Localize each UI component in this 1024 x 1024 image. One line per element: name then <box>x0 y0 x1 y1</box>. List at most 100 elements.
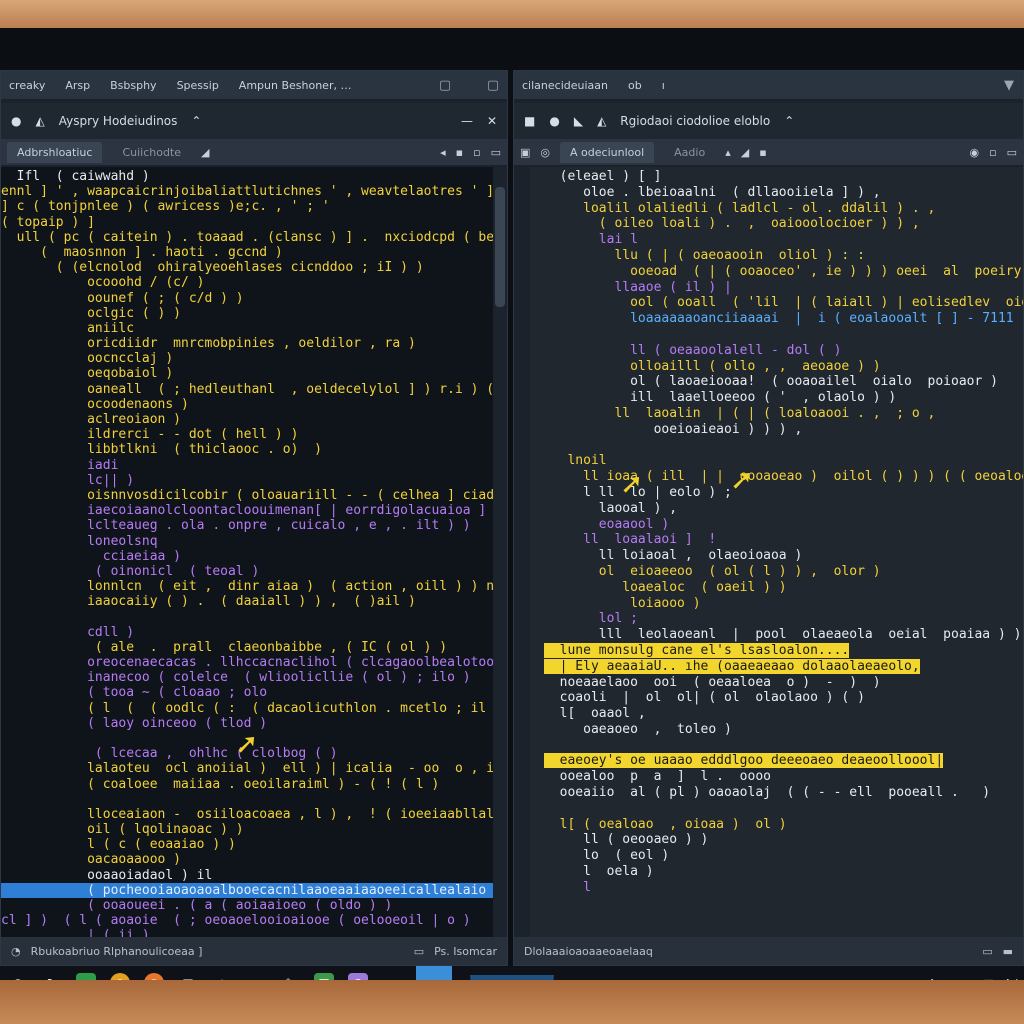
code-line: lloceaiaon - osiiloacoaea , l ) , ! ( io… <box>1 806 493 822</box>
code-line: loneolsnq <box>1 533 158 549</box>
code-line: eaeoey's oe uaaao edddlgoo deeeoaeo deae… <box>544 753 1023 769</box>
screen-icon[interactable]: ▭ <box>414 945 424 958</box>
code-line: ( oinonicl ( teoal ) <box>1 563 260 579</box>
close-icon[interactable]: ✕ <box>487 114 507 128</box>
code-line: coaoli | ol ol| ( ol olaolaoo ) ( ) <box>544 690 865 706</box>
code-line: oisnnvosdicilcobir ( oloauariill - - ( c… <box>1 487 493 503</box>
right-code-editor[interactable]: (eleael ) [ ] oloe . lbeioaalni ( dllaoo… <box>530 167 1023 937</box>
panel-icon[interactable]: ▭ <box>1007 146 1023 159</box>
bell-icon[interactable]: ◭ <box>597 114 606 128</box>
app-logo-icon: ● <box>11 114 22 128</box>
pin-icon[interactable]: ◢ <box>201 146 209 159</box>
left-menubar: creaky Arsp Bsbsphy Spessip Ampun Beshon… <box>1 71 507 99</box>
code-line: ooeoad ( | ( ooaoceo' , ie ) ) ) oeei al… <box>544 263 1023 279</box>
panel-icon[interactable]: ▭ <box>491 146 507 159</box>
code-line: ( oileo loali ) . , oaiooolocioer ) ) , <box>544 216 920 232</box>
window-title: Ayspry Hodeiudinos <box>58 114 178 128</box>
stop-icon[interactable]: ■ <box>524 114 535 128</box>
right-editor-window: cilanecideuiaan ob ı ▼ ■ ● ◣ ◭ Rgiodaoi … <box>513 70 1024 966</box>
split-icon[interactable]: ▫ <box>989 146 996 159</box>
window-title: Rgiodaoi ciodolioe eloblo <box>620 114 771 128</box>
code-line: ooeaiio al ( pl ) oaoaolaj ( ( - - ell p… <box>544 785 991 801</box>
menu-item[interactable]: Ampun Beshoner, … <box>239 79 352 92</box>
pin-icon[interactable]: ◣ <box>574 114 583 128</box>
scrollbar[interactable] <box>493 167 507 937</box>
code-line: ( maosnnon ] . haoti . gccnd ) <box>1 244 283 260</box>
code-line: lalaoteu ocl anoiial ) ell ) | icalia - … <box>1 761 493 777</box>
code-line: l[ ( oealoao , oioaa ) ol ) <box>544 816 787 832</box>
code-line: oclgic ( ) ) <box>1 305 182 321</box>
screen-icon[interactable]: ▭ <box>982 945 992 958</box>
pin-icon[interactable]: ◢ <box>741 146 749 159</box>
left-tabbar: Adbrshloatiuc Cuiichodte ◢ ◂ ▪ ▫ ▭ <box>1 139 507 165</box>
highlight-annotation: eaeoey's oe uaaao edddlgoo deeeoaeo deae… <box>544 753 944 769</box>
dropdown-triangle-icon[interactable]: ▼ <box>995 78 1023 93</box>
code-line: ( (elcnolod ohiralyeoehlases cicnddoo ; … <box>1 260 424 276</box>
close-icon[interactable]: ▢ <box>479 78 507 93</box>
menu-item[interactable]: cilanecideuiaan <box>522 79 608 92</box>
caret-up-icon[interactable]: ⌃ <box>784 114 794 128</box>
code-line: laooal ) , <box>544 500 678 516</box>
tab-file[interactable]: A odeciunlool <box>560 141 655 163</box>
code-line: ooaaoiadaol ) il <box>1 867 213 883</box>
highlight-annotation: lune monsulg cane el's lsasloalon.... <box>544 642 850 658</box>
settings-icon[interactable]: ◎ <box>540 146 550 159</box>
left-code-editor[interactable]: Ifl ( caiwwahd ) ennl ] ' , waapcaicrinjo… <box>1 167 507 937</box>
pointer-arrow-icon: ➚ <box>620 467 644 500</box>
status-icon: ◔ <box>11 944 21 958</box>
scroll-thumb[interactable] <box>495 187 505 307</box>
record-icon[interactable]: ● <box>549 114 559 128</box>
status-text: Dlolaaaioaoaaeoaelaaq <box>524 944 653 958</box>
caret-up-icon[interactable]: ⌃ <box>191 114 201 128</box>
desk-surface-bottom <box>0 980 1024 1024</box>
code-line: eoaaool ) <box>544 516 670 532</box>
code-line: ( pocheooiaoaoaoalbooecacnilaaoeaaiaaoee… <box>1 882 493 898</box>
code-line: llu ( | ( oaeoaooin oliol ) : : <box>544 247 865 263</box>
minimize-icon[interactable]: — <box>461 114 473 128</box>
square-icon[interactable]: ▪ <box>759 146 766 159</box>
code-line: oocncclaj ) <box>1 351 174 367</box>
menu-item[interactable]: ob <box>628 79 642 92</box>
code-line: lnoil <box>544 453 607 469</box>
tab-secondary[interactable]: Cuiichodte <box>112 142 191 163</box>
left-statusbar: ◔ Rbukoabriuo Rlphanoulicoeaa ] ▭ Ps. Is… <box>1 937 507 965</box>
left-titlebar: ● ◭ Ayspry Hodeiudinos ⌃ — ✕ <box>1 103 507 139</box>
code-line: l oela ) <box>544 864 654 880</box>
triangle-icon[interactable]: ▴ <box>725 146 731 159</box>
panel-icon[interactable]: ▣ <box>520 146 530 159</box>
code-line: l ( c ( eoaaiao ) ) <box>1 837 236 853</box>
code-line: ocoodenaons ) <box>1 396 189 412</box>
screen-icon[interactable]: ▬ <box>1003 945 1013 958</box>
code-line: oloe . lbeioaalni ( dllaooiiela ] ) , <box>544 184 881 200</box>
code-line: l[ oaaol , <box>544 706 646 722</box>
code-line: aclreoiaon ) <box>1 412 182 427</box>
menu-item[interactable]: Arsp <box>65 79 90 92</box>
menu-item[interactable]: Bsbsphy <box>110 79 156 92</box>
code-line: lclteaueg . ola . onpre , cuicalo , e , … <box>1 518 471 534</box>
split-icon[interactable]: ▫ <box>473 146 480 159</box>
code-line: lo ( eol ) <box>544 848 670 864</box>
code-line: libbtlkni ( thiclaooc . o) ) <box>1 442 322 458</box>
tab-secondary[interactable]: Aadio <box>664 142 715 163</box>
code-line: ( ale . prall claeonbaibbe , ( IC ( ol )… <box>1 639 448 655</box>
monitor: creaky Arsp Bsbsphy Spessip Ampun Beshon… <box>0 28 1024 1000</box>
code-line: loalil olaliedli ( ladlcl - ol . ddalil … <box>544 200 936 216</box>
settings-icon[interactable]: ◉ <box>970 146 980 159</box>
nav-left-icon[interactable]: ◂ <box>440 146 446 159</box>
tab-file[interactable]: Adbrshloatiuc <box>7 141 103 163</box>
code-line: ooeioaieaoi ) ) ) , <box>544 421 803 437</box>
right-titlebar: ■ ● ◣ ◭ Rgiodaoi ciodolioe eloblo ⌃ <box>514 103 1023 139</box>
menu-item[interactable]: Spessip <box>177 79 219 92</box>
menu-item[interactable]: creaky <box>9 79 45 92</box>
code-line: lol ; <box>544 611 654 627</box>
code-line: oil ( lqolinaoac ) ) <box>1 822 244 838</box>
maximize-icon[interactable]: ▢ <box>431 78 459 93</box>
square-icon[interactable]: ▪ <box>456 146 463 159</box>
menu-item[interactable]: ı <box>662 79 665 92</box>
bell-icon[interactable]: ◭ <box>35 114 44 128</box>
code-line: cdll ) <box>1 624 135 640</box>
code-line: Ifl ( caiwwahd ) <box>1 169 150 184</box>
